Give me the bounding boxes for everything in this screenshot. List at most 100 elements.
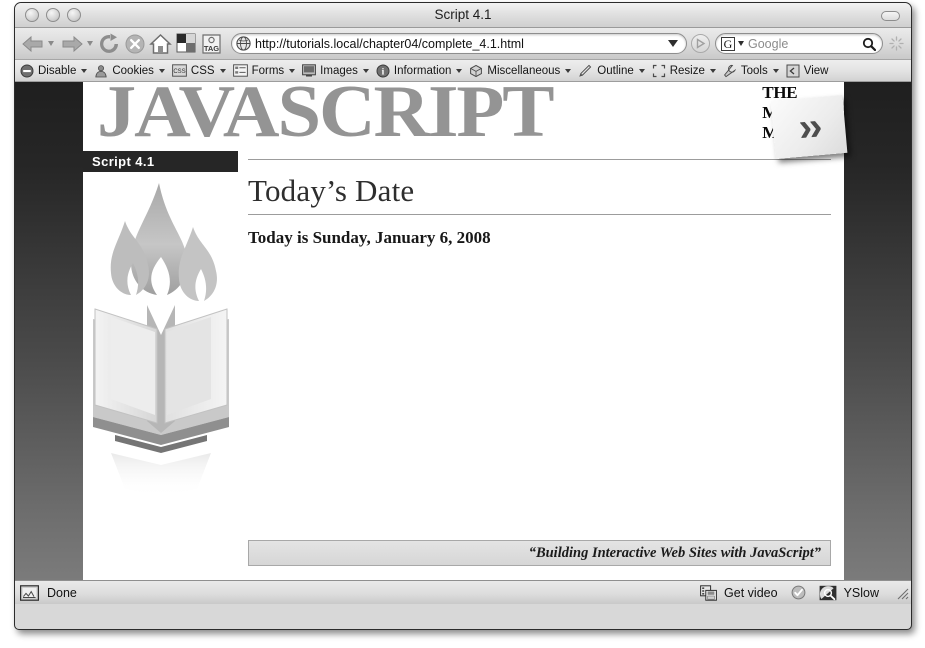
devbar-item-tools[interactable]: Tools	[723, 64, 779, 78]
chevron-down-icon[interactable]	[638, 68, 645, 73]
search-engine-chevron-down-icon[interactable]	[738, 41, 744, 46]
yslow-icon	[819, 585, 836, 600]
resize-grip-icon[interactable]	[894, 585, 909, 600]
next-page-button[interactable]: ››	[770, 94, 848, 160]
svg-text:CSS: CSS	[173, 69, 185, 75]
yslow-button[interactable]: YSlow	[819, 585, 879, 601]
devbar-label: Tools	[740, 64, 768, 77]
address-bar[interactable]: http://tutorials.local/chapter04/complet…	[231, 33, 687, 54]
cookie-icon	[95, 64, 108, 77]
devbar-item-images[interactable]: Images	[302, 64, 369, 77]
forward-arrow-icon	[62, 35, 83, 52]
forward-history-caret-icon[interactable]	[87, 41, 93, 46]
collapse-button[interactable]	[881, 11, 900, 21]
developer-toolbar: Disable Cookies CSS CSS Forms Images i I…	[15, 60, 911, 82]
chevron-down-icon[interactable]	[456, 68, 463, 73]
get-video-button[interactable]: Get video	[700, 584, 778, 601]
reload-icon	[100, 33, 118, 53]
chevron-down-icon[interactable]	[709, 68, 716, 73]
back-button[interactable]	[21, 34, 54, 54]
miscellaneous-icon	[470, 64, 483, 77]
stop-icon	[125, 34, 145, 53]
forward-button[interactable]	[60, 34, 93, 54]
devbar-item-disable[interactable]: Disable	[20, 64, 88, 78]
devbar-item-css[interactable]: CSS CSS	[172, 64, 226, 77]
view-icon	[786, 64, 800, 77]
outline-icon	[579, 64, 592, 77]
home-icon	[149, 33, 172, 54]
status-bar: Done Get video YSlow	[15, 580, 911, 604]
page-sidebar: Script 4.1	[83, 151, 238, 580]
double-chevron-right-icon: ››	[796, 104, 822, 150]
checkerboard-button[interactable]	[175, 33, 197, 54]
chevron-down-icon[interactable]	[362, 68, 369, 73]
stop-button[interactable]	[124, 33, 146, 55]
images-icon	[302, 64, 317, 77]
page-meter-icon[interactable]	[20, 584, 39, 601]
devbar-label: Outline	[597, 64, 634, 77]
chevron-down-icon[interactable]	[219, 68, 226, 73]
page-content: Today’s Date Today is Sunday, January 6,…	[238, 151, 844, 580]
globe-icon	[236, 36, 251, 51]
throbber-icon	[887, 36, 905, 51]
devbar-item-miscellaneous[interactable]: Miscellaneous	[469, 64, 572, 78]
javascript-wordmark: JAVASCRIPT	[97, 82, 555, 151]
chevron-down-icon[interactable]	[289, 68, 296, 73]
devbar-item-cookies[interactable]: Cookies	[94, 64, 165, 78]
date-sentence: Today is Sunday, January 6, 2008	[248, 228, 491, 247]
search-input-placeholder: Google	[748, 36, 789, 51]
devbar-label: Images	[320, 64, 358, 77]
tools-icon	[723, 64, 737, 77]
heading-underline-rule	[248, 214, 831, 215]
chevron-down-icon[interactable]	[668, 40, 678, 47]
page-body: Script 4.1 Today’s Date Today is Sunday,…	[83, 151, 844, 580]
devbar-label: Forms	[251, 64, 285, 77]
tag-button[interactable]: TAG	[200, 33, 223, 55]
devbar-item-information[interactable]: i Information	[376, 64, 463, 78]
chevron-down-icon[interactable]	[565, 68, 572, 73]
status-left-group: Done	[20, 584, 700, 601]
browser-window: Script 4.1 TAG http://tutorials.local/ch…	[14, 2, 912, 630]
go-button[interactable]	[691, 34, 710, 53]
devbar-label: Information	[393, 64, 452, 77]
reload-button[interactable]	[99, 33, 121, 55]
chevron-down-icon[interactable]	[772, 68, 779, 73]
site-banner: JAVASCRIPT THE MISSING MANUAL	[83, 82, 844, 151]
devbar-label: Miscellaneous	[487, 64, 561, 77]
css-icon: CSS	[172, 64, 187, 77]
devbar-label: View	[803, 64, 829, 77]
footer-tagline: “Building Interactive Web Sites with Jav…	[528, 544, 821, 561]
forms-icon	[232, 64, 248, 77]
check-circle-icon	[791, 585, 805, 600]
disable-icon	[20, 64, 34, 77]
search-box[interactable]: G Google	[715, 33, 883, 54]
devbar-item-outline[interactable]: Outline	[578, 64, 645, 78]
resize-icon	[652, 64, 665, 77]
go-arrow-icon	[696, 38, 706, 49]
back-history-caret-icon[interactable]	[48, 41, 54, 46]
address-bar-value: http://tutorials.local/chapter04/complet…	[255, 36, 524, 51]
check-status-button[interactable]	[791, 585, 806, 600]
script-label: Script 4.1	[83, 151, 238, 172]
devbar-item-forms[interactable]: Forms	[232, 64, 296, 77]
content-top-rule	[248, 159, 831, 160]
magnifier-icon[interactable]	[862, 37, 876, 51]
devbar-label: Resize	[669, 64, 705, 77]
status-message: Done	[47, 585, 77, 600]
devbar-item-resize[interactable]: Resize	[652, 64, 716, 78]
home-button[interactable]	[149, 33, 172, 55]
page-heading: Today’s Date	[248, 173, 415, 208]
google-logo-icon[interactable]: G	[721, 36, 735, 51]
window-title: Script 4.1	[434, 7, 492, 22]
burning-book-logo	[93, 183, 229, 497]
svg-text:i: i	[382, 67, 385, 77]
navigation-toolbar: TAG http://tutorials.local/chapter04/com…	[15, 28, 911, 60]
information-icon: i	[376, 64, 390, 77]
status-right-group: Get video YSlow	[700, 584, 909, 601]
chevron-down-icon[interactable]	[81, 68, 88, 73]
yslow-label: YSlow	[843, 585, 879, 600]
tag-icon: TAG	[202, 33, 221, 54]
chevron-down-icon[interactable]	[158, 68, 165, 73]
devbar-item-view[interactable]: View	[786, 64, 829, 78]
page-viewport: JAVASCRIPT THE MISSING MANUAL Script 4.1	[15, 82, 911, 580]
